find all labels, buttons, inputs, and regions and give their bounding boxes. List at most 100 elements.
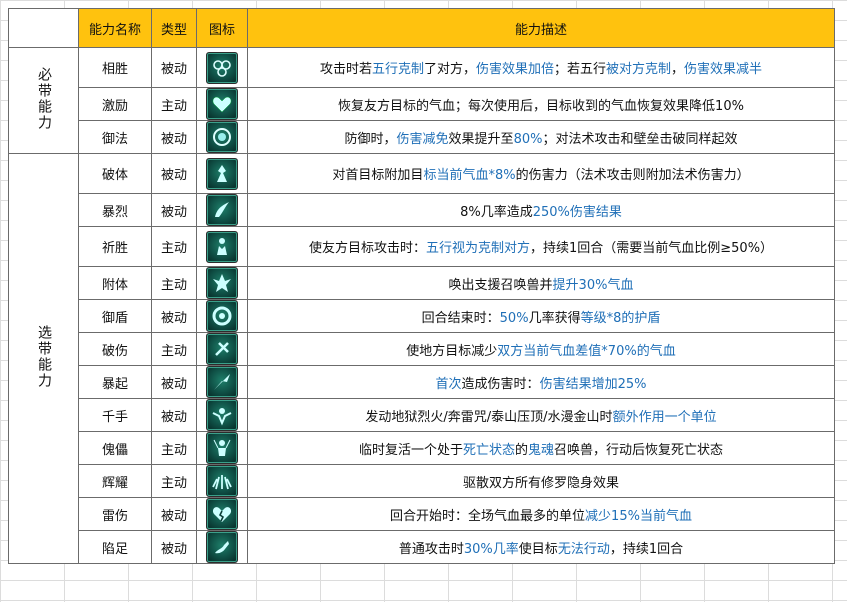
- ability-name: 附体: [78, 266, 152, 300]
- ability-description: 普通攻击时30%几率使目标无法行动，持续1回合: [247, 530, 835, 564]
- highlighted-text: 50%: [499, 310, 529, 326]
- highlighted-text: 被对方克制: [606, 62, 672, 77]
- ability-description: 回合开始时：全场气血最多的单位减少15%当前气血: [247, 497, 835, 531]
- table-row: 暴起 被动 首次造成伤害时：伤害结果增加25%: [9, 365, 835, 399]
- abilities-table: 能力名称 类型 图标 能力描述 必带能力 相胜 被动 攻击时若五行克制了对方，伤害效果…: [8, 8, 835, 564]
- highlighted-text: 死亡状态: [462, 442, 515, 458]
- ability-name: 暴烈: [78, 193, 152, 227]
- highlighted-text: 250%伤害结果: [532, 204, 622, 220]
- trapped-foot-icon: [206, 531, 238, 563]
- description-text: 发动地狱烈火/奔雷咒/泰山压顶/水漫金山时: [365, 409, 613, 425]
- ability-name: 御盾: [78, 299, 152, 333]
- ability-type: 被动: [151, 153, 197, 194]
- description-text: 了对方，: [423, 62, 476, 77]
- spirit-figure-icon: [206, 267, 238, 299]
- ability-type: 被动: [151, 530, 197, 564]
- group-label: 必带能力: [36, 66, 52, 131]
- header-type: 类型: [151, 8, 197, 48]
- ability-icon-cell: [196, 226, 248, 267]
- highlighted-text: 无法行动: [557, 541, 610, 557]
- description-text: ，持续1回合（需要当前气血比例≥50%）: [529, 241, 774, 256]
- ability-description: 使友方目标攻击时：五行视为克制对方，持续1回合（需要当前气血比例≥50%）: [247, 226, 835, 267]
- ability-type: 主动: [151, 332, 197, 366]
- ability-type: 被动: [151, 398, 197, 432]
- highlighted-text: 伤害效果减半: [684, 62, 763, 77]
- description-text: 效果提升至: [448, 131, 514, 147]
- table-row: 祈胜 主动 使友方目标攻击时：五行视为克制对方，持续1回合（需要当前气血比例≥50%…: [9, 226, 835, 267]
- ability-description: 驱散双方所有修罗隐身效果: [247, 464, 835, 498]
- radiance-icon: [206, 465, 238, 497]
- praying-figure-icon: [206, 230, 238, 263]
- description-text: 对首目标附加目: [332, 168, 424, 183]
- ability-description: 发动地狱烈火/奔雷咒/泰山压顶/水漫金山时额外作用一个单位: [247, 398, 835, 432]
- description-text: 使友方目标攻击时：: [308, 241, 426, 256]
- wound-icon: [206, 333, 238, 365]
- table-row: 千手 被动 发动地狱烈火/奔雷咒/泰山压顶/水漫金山时额外作用一个单位: [9, 398, 835, 432]
- table-row: 破伤 主动 使地方目标减少双方当前气血差值*70%的气血: [9, 332, 835, 366]
- ability-description: 恢复友方目标的气血；每次使用后，目标收到的气血恢复效果降低10%: [247, 87, 835, 121]
- group-label: 选带能力: [36, 324, 52, 389]
- description-text: ，: [671, 62, 685, 77]
- highlighted-text: 等级*8的护盾: [580, 310, 661, 326]
- ability-icon-cell: [196, 47, 248, 88]
- table-row: 必带能力 相胜 被动 攻击时若五行克制了对方，伤害效果加倍；若五行被对方克制，伤害效果…: [8, 47, 835, 154]
- ability-type: 被动: [151, 365, 197, 399]
- ability-description: 攻击时若五行克制了对方，伤害效果加倍；若五行被对方克制，伤害效果减半: [247, 47, 835, 88]
- highlighted-text: 五行视为克制对方: [425, 241, 530, 256]
- five-rings-icon: [206, 51, 238, 84]
- broken-body-icon: [206, 157, 238, 190]
- ability-description: 防御时，伤害减免效果提升至80%；对法术攻击和壁垒击破同样起效: [247, 120, 835, 154]
- highlighted-text: 鬼魂: [528, 442, 555, 458]
- table-row: 暴烈 被动 8%几率造成250%伤害结果: [9, 193, 835, 227]
- ability-type: 被动: [151, 193, 197, 227]
- description-text: 召唤兽，行动后恢复死亡状态: [554, 442, 724, 458]
- description-text: 的伤害力（法术攻击则附加法术伤害力）: [515, 168, 750, 183]
- highlighted-text: 额外作用一个单位: [612, 409, 717, 425]
- highlighted-text: 80%: [513, 131, 543, 147]
- table-row: 选带能力 破体 被动 对首目标附加目标当前气血*8%的伤害力（法术攻击则附加法术伤害力…: [8, 153, 835, 564]
- highlighted-text: 提升30%气血: [552, 277, 634, 293]
- group-required-cell: 必带能力: [8, 47, 79, 154]
- description-text: ；对法术攻击和壁垒击破同样起效: [542, 131, 738, 147]
- description-text: 唤出支援召唤兽并: [448, 277, 553, 293]
- description-text: 回合结束时：: [421, 310, 500, 326]
- table-body: 必带能力 相胜 被动 攻击时若五行克制了对方，伤害效果加倍；若五行被对方克制，伤害效果…: [8, 47, 835, 564]
- group-optional-cell: 选带能力: [8, 153, 79, 564]
- highlighted-text: 标当前气血*8%: [423, 168, 516, 183]
- table-header-row: 能力名称 类型 图标 能力描述: [8, 8, 835, 48]
- ability-icon-cell: [196, 464, 248, 498]
- heart-icon: [206, 88, 238, 120]
- table-row: 御盾 被动 回合结束时：50%几率获得等级*8的护盾: [9, 299, 835, 333]
- highlighted-text: 伤害效果加倍: [475, 62, 554, 77]
- description-text: 使地方目标减少: [406, 343, 498, 359]
- ability-name: 破体: [78, 153, 152, 194]
- ability-type: 主动: [151, 464, 197, 498]
- description-text: 回合开始时：全场气血最多的单位: [390, 508, 586, 524]
- table-row: 陷足 被动 普通攻击时30%几率使目标无法行动，持续1回合: [9, 530, 835, 564]
- ability-description: 使地方目标减少双方当前气血差值*70%的气血: [247, 332, 835, 366]
- highlighted-text: 双方当前气血差值*70%的气血: [497, 343, 676, 359]
- highlighted-text: 首次: [435, 376, 462, 392]
- ability-icon-cell: [196, 431, 248, 465]
- ability-name: 祈胜: [78, 226, 152, 267]
- description-text: 防御时，: [344, 131, 397, 147]
- ability-type: 主动: [151, 266, 197, 300]
- ability-type: 被动: [151, 120, 197, 154]
- description-text: 恢复友方目标的气血；每次使用后，目标收到的气血恢复效果降低10%: [338, 98, 744, 114]
- ability-type: 主动: [151, 87, 197, 121]
- table-row: 傀儡 主动 临时复活一个处于死亡状态的鬼魂召唤兽，行动后恢复死亡状态: [9, 431, 835, 465]
- ability-icon-cell: [196, 530, 248, 564]
- header-icon: 图标: [196, 8, 248, 48]
- description-text: 的: [514, 442, 528, 458]
- description-text: 8%几率造成: [460, 204, 533, 220]
- ability-icon-cell: [196, 153, 248, 194]
- highlighted-text: 五行克制: [371, 62, 424, 77]
- description-text: 攻击时若: [319, 62, 372, 77]
- flame-slash-icon: [206, 194, 238, 226]
- table-row: 御法 被动 防御时，伤害减免效果提升至80%；对法术攻击和壁垒击破同样起效: [9, 120, 835, 154]
- highlighted-text: 伤害减免: [396, 131, 449, 147]
- description-text: 驱散双方所有修罗隐身效果: [462, 475, 619, 491]
- ability-type: 被动: [151, 47, 197, 88]
- ability-type: 被动: [151, 497, 197, 531]
- highlighted-text: 30%几率: [463, 541, 519, 557]
